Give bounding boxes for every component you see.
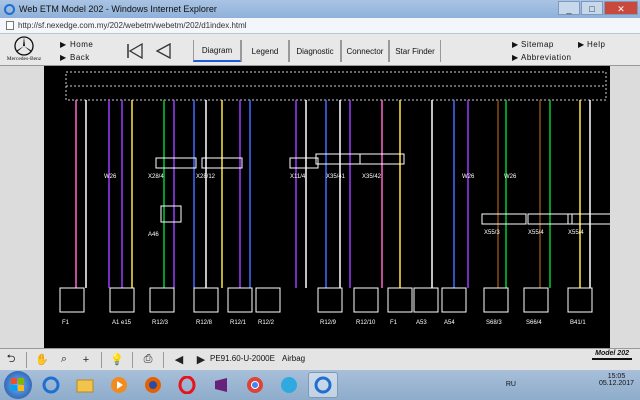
page-title: Airbag xyxy=(282,354,306,363)
zoom-icon[interactable]: ⌕ xyxy=(53,351,75,369)
component-label: B41/1 xyxy=(570,320,586,326)
component-label: R12/8 xyxy=(196,320,213,326)
back-link[interactable]: Back xyxy=(70,53,90,62)
previous-page-icon[interactable] xyxy=(152,41,174,61)
divider xyxy=(101,351,102,368)
print-icon[interactable]: ⎙ xyxy=(137,351,159,369)
help-link[interactable]: Help xyxy=(587,40,605,49)
mercedes-star-icon xyxy=(14,36,34,56)
component-label: S66/4 xyxy=(526,320,542,326)
minimize-button[interactable]: _ xyxy=(558,1,580,15)
diagram-label: X35/41 xyxy=(326,174,346,180)
start-button[interactable] xyxy=(4,371,32,399)
tab-connector[interactable]: Connector xyxy=(341,40,389,62)
system-tray: RU 15:05 05.12.2017 xyxy=(506,373,634,388)
divider xyxy=(163,351,164,368)
abbreviation-link[interactable]: Abbreviation xyxy=(521,53,571,62)
tab-legend[interactable]: Legend xyxy=(241,40,289,62)
return-icon[interactable]: ⮌ xyxy=(0,351,22,369)
sitemap-link[interactable]: Sitemap xyxy=(521,40,554,49)
opera-taskbar-icon[interactable] xyxy=(172,372,202,398)
diagram-label: X55/4 xyxy=(528,230,544,236)
component-label: R12/2 xyxy=(258,320,275,326)
maximize-button[interactable]: □ xyxy=(581,1,603,15)
home-arrow-icon: ▶ xyxy=(60,40,67,49)
address-url[interactable]: http://sf.nexedge.com.my/202/webetm/webe… xyxy=(18,21,247,30)
component-label: A1 e15 xyxy=(112,320,132,326)
component-label: F1 xyxy=(390,320,398,326)
component-label: A54 xyxy=(444,320,455,326)
model-logo: Model 202 xyxy=(592,349,632,360)
diagram-label: X11/4 xyxy=(290,174,306,180)
internet-explorer-icon xyxy=(4,3,15,15)
hand-tool-icon[interactable]: ✋ xyxy=(31,351,53,369)
explorer-taskbar-icon[interactable] xyxy=(70,372,100,398)
diagram-label: A46 xyxy=(148,232,159,238)
wiring-diagram[interactable]: W26 X28/4 X28/12 X11/4 X35/41 X35/42 W26 W26 X55… xyxy=(44,66,610,348)
diagram-label: X55/4 xyxy=(568,230,584,236)
clock-date[interactable]: 05.12.2017 xyxy=(599,380,634,387)
page-id: PE91.60-U-2000E xyxy=(210,354,275,363)
visual-studio-taskbar-icon[interactable] xyxy=(206,372,236,398)
bulb-icon[interactable]: 💡 xyxy=(106,351,128,369)
diagram-area: W26 X28/4 X28/12 X11/4 X35/41 X35/42 W26 W26 X55… xyxy=(0,66,640,348)
back-arrow-icon: ▶ xyxy=(60,53,67,62)
window-titlebar: Web ETM Model 202 - Windows Internet Exp… xyxy=(0,0,640,18)
component-label: R12/1 xyxy=(230,320,247,326)
firefox-taskbar-icon[interactable] xyxy=(138,372,168,398)
mercedes-logo: Mercedes-Benz xyxy=(6,36,42,64)
divider xyxy=(26,351,27,368)
diagram-label: X28/12 xyxy=(196,174,216,180)
component-label: R12/3 xyxy=(152,320,169,326)
home-link[interactable]: Home xyxy=(70,40,93,49)
active-ie-taskbar-icon[interactable] xyxy=(308,372,338,398)
page-icon xyxy=(6,21,14,30)
diagram-label: W26 xyxy=(504,174,517,180)
help-arrow-icon: ▶ xyxy=(578,40,585,49)
component-label: R12/10 xyxy=(356,320,376,326)
diagram-label: X55/3 xyxy=(484,230,500,236)
diagram-label: W26 xyxy=(462,174,475,180)
etm-toolbar: Mercedes-Benz ▶ Home ▶ Back Diagram Lege… xyxy=(0,34,640,66)
next-arrow-icon[interactable]: ▶ xyxy=(190,351,212,369)
diagram-label: X28/4 xyxy=(148,174,164,180)
component-label: A53 xyxy=(416,320,427,326)
media-player-taskbar-icon[interactable] xyxy=(104,372,134,398)
first-page-icon[interactable] xyxy=(124,41,146,61)
component-label: R12/9 xyxy=(320,320,337,326)
window-title: Web ETM Model 202 - Windows Internet Exp… xyxy=(19,4,217,14)
component-label: S68/3 xyxy=(486,320,502,326)
component-label: F1 xyxy=(62,320,70,326)
windows-logo-icon xyxy=(11,378,24,391)
sitemap-arrow-icon: ▶ xyxy=(512,40,519,49)
taskbar: RU 15:05 05.12.2017 xyxy=(0,370,640,400)
tab-diagnostic[interactable]: Diagnostic xyxy=(289,40,341,62)
language-indicator[interactable]: RU xyxy=(506,381,516,388)
diagram-label: W26 xyxy=(104,174,117,180)
crosshair-icon[interactable]: + xyxy=(75,351,97,369)
yandex-taskbar-icon[interactable] xyxy=(274,372,304,398)
close-button[interactable]: ✕ xyxy=(604,1,638,15)
address-bar[interactable]: http://sf.nexedge.com.my/202/webetm/webe… xyxy=(0,18,640,34)
tab-diagram[interactable]: Diagram xyxy=(193,40,241,62)
prev-arrow-icon[interactable]: ◀ xyxy=(168,351,190,369)
tab-star-finder[interactable]: Star Finder xyxy=(389,40,441,62)
divider xyxy=(132,351,133,368)
brand-text: Mercedes-Benz xyxy=(6,56,42,62)
bottom-toolbar: ⮌ ✋ ⌕ + 💡 ⎙ ◀ ▶ PE91.60-U-2000E Airbag M… xyxy=(0,348,640,370)
diagram-label: X35/42 xyxy=(362,174,382,180)
clock-time[interactable]: 15:05 xyxy=(599,373,634,380)
chrome-taskbar-icon[interactable] xyxy=(240,372,270,398)
ie-taskbar-icon[interactable] xyxy=(36,372,66,398)
abbreviation-arrow-icon: ▶ xyxy=(512,53,519,62)
